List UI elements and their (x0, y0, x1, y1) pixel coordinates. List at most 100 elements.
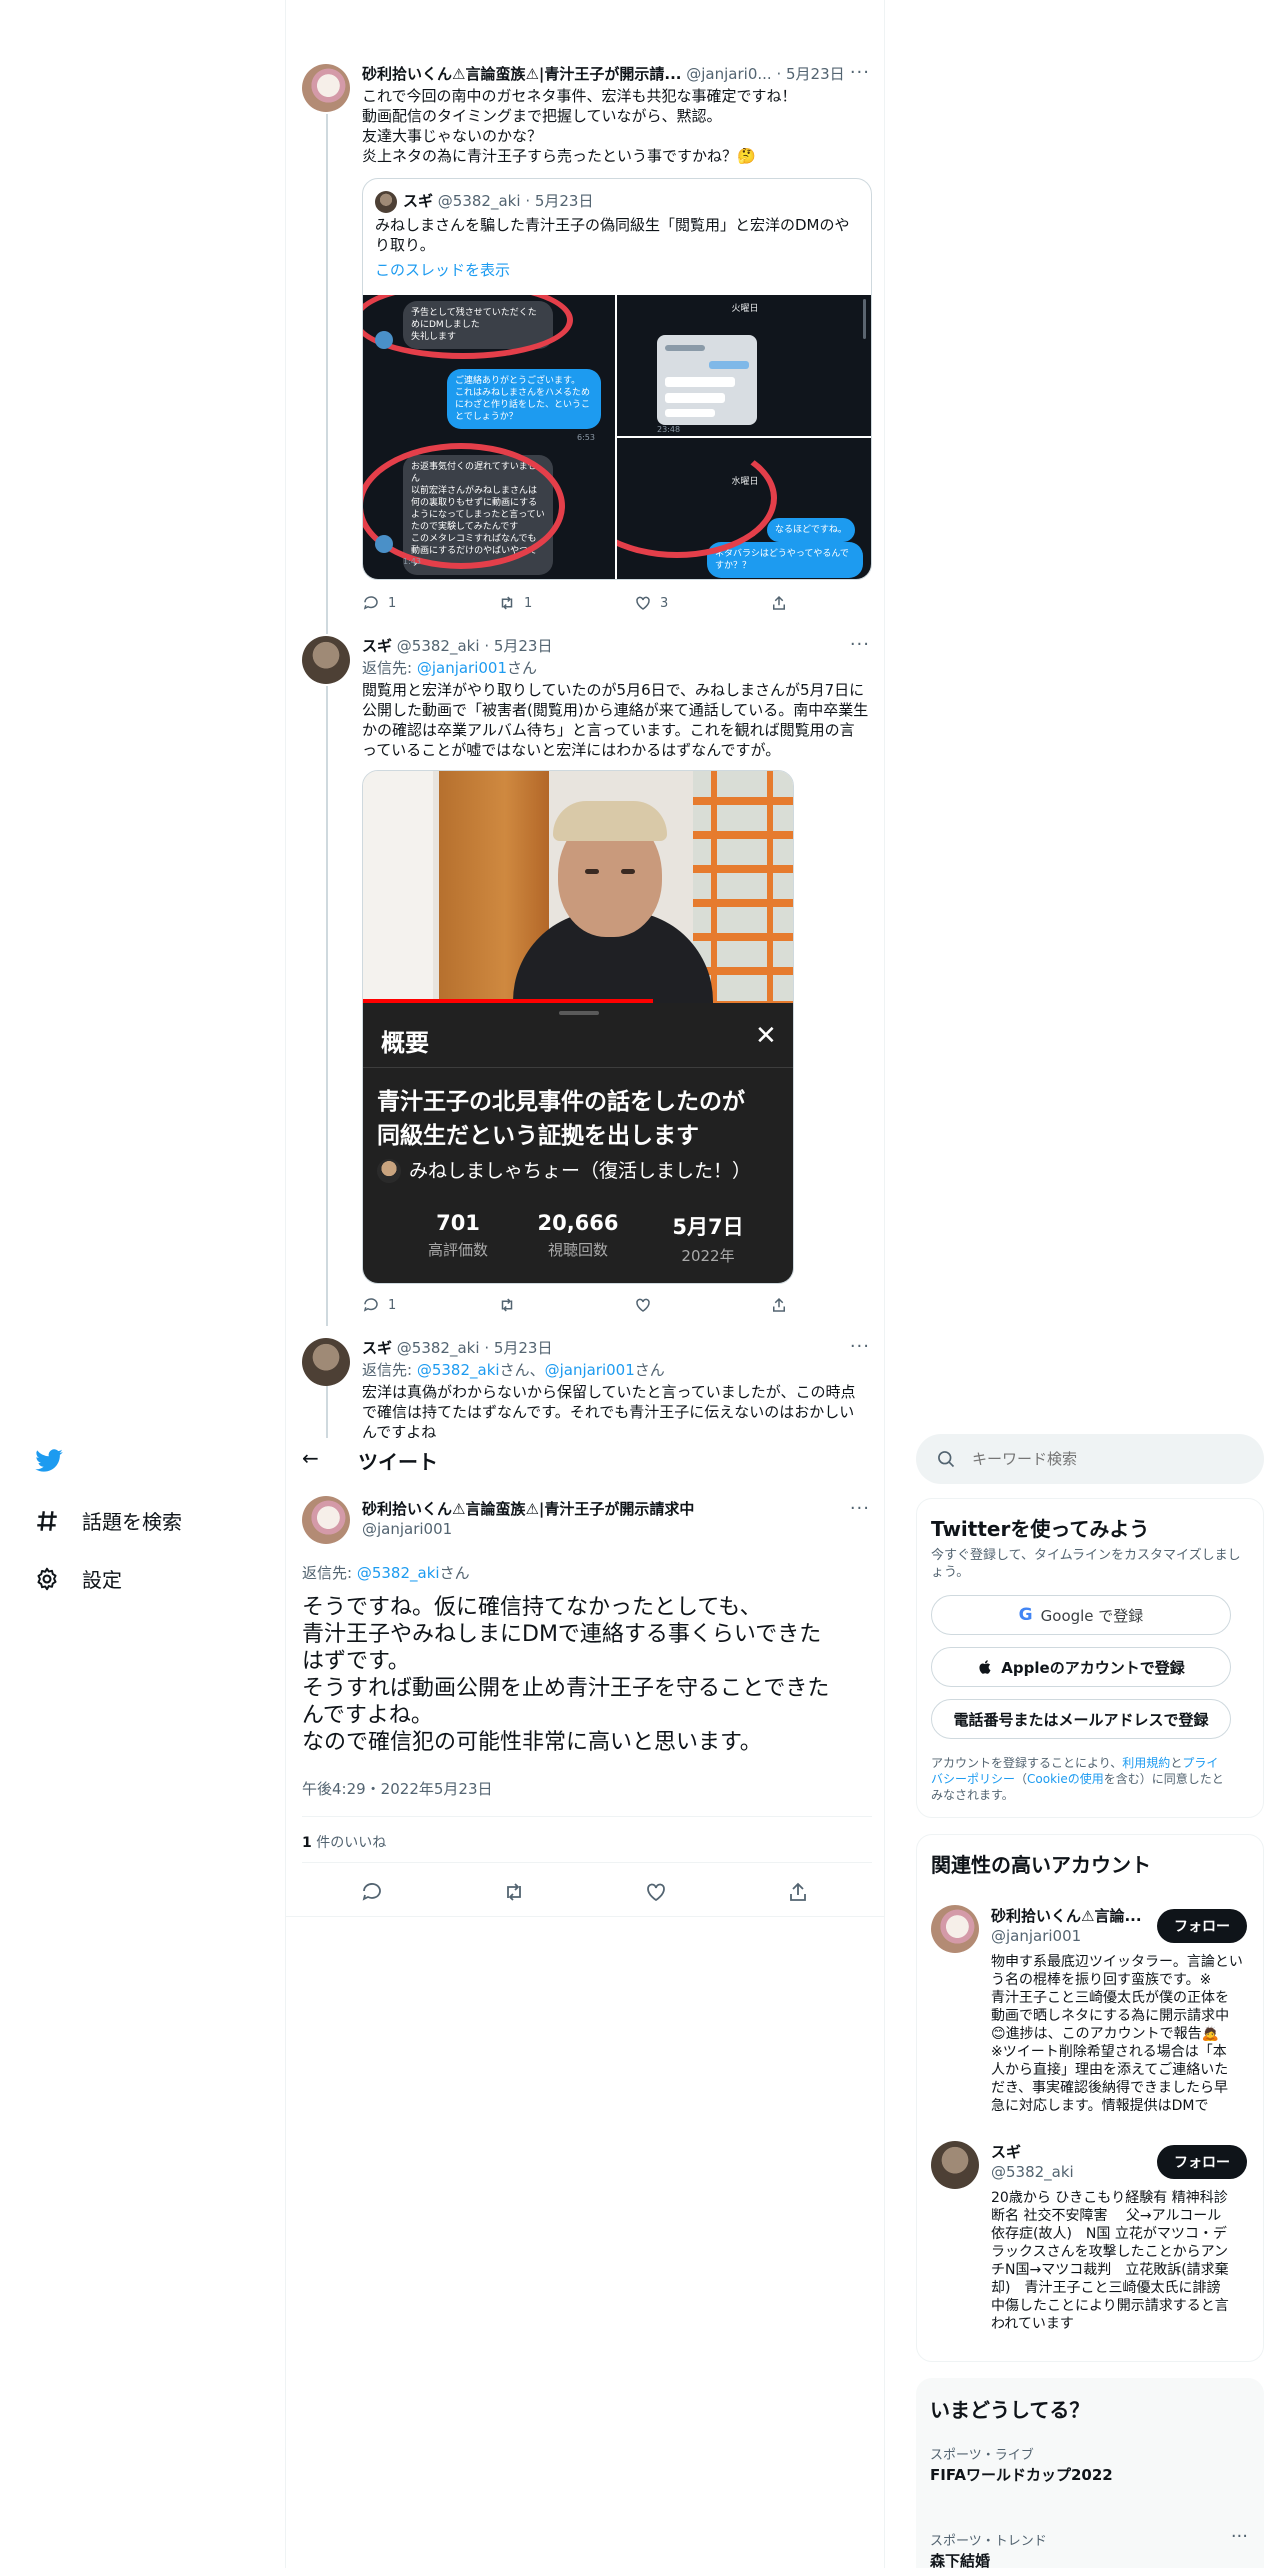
dm-screenshot-bottom-right[interactable]: 水曜日 なるほどですね。 ネタバラシはどうやってやるんですか？？ (617, 438, 871, 579)
video-thumbnail[interactable]: 概要 ✕ 青汁王子の北見事件の話をしたのが 同級生だという証拠を出します みねし… (362, 770, 794, 1284)
retweet-icon[interactable] (502, 1880, 526, 1904)
retweet-button[interactable]: 1 (498, 594, 532, 612)
more-icon[interactable]: ··· (850, 1336, 870, 1357)
reply-to-link[interactable]: @5382_aki (357, 1564, 440, 1582)
retweet-icon (501, 596, 513, 610)
page-title: ツイート (358, 1450, 438, 1474)
privacy-link[interactable]: バシーポリシー (931, 1772, 1015, 1786)
google-signup-button[interactable]: G Google で登録 (931, 1595, 1231, 1635)
nav-explore[interactable]: 話題を検索 (34, 1506, 182, 1535)
chat-avatar (375, 331, 393, 349)
cookie-link[interactable]: Cookieの使用 (1027, 1772, 1104, 1786)
search-box[interactable] (916, 1434, 1264, 1484)
avatar[interactable] (302, 1338, 350, 1386)
twitter-logo-icon[interactable] (34, 1446, 64, 1476)
stat-label: 高評価数 (427, 1241, 488, 1259)
like-button[interactable] (634, 1296, 652, 1314)
dm-screenshot-top-right[interactable]: 火曜日 23:48 (617, 295, 871, 436)
account-name[interactable]: スギ (991, 2141, 1021, 2162)
phone-email-signup-button[interactable]: 電話番号またはメールアドレスで登録 (931, 1699, 1231, 1739)
nav-settings[interactable]: 設定 (34, 1564, 122, 1593)
quote-date: · 5月23日 (525, 192, 594, 210)
author-handle[interactable]: @5382_aki (397, 1339, 480, 1357)
share-icon[interactable] (786, 1880, 810, 1904)
dm-screenshot-left[interactable]: 予告として残させていただくためにDMしました 失礼します ご連絡ありがとうござい… (363, 295, 615, 579)
share-button[interactable] (770, 594, 788, 612)
related-account[interactable]: スギ @5382_aki フォロー 20歳から ひきこもり経験有 精神科診 断名… (917, 2131, 1263, 2351)
reply-to-link[interactable]: @5382_aki (417, 1361, 500, 1379)
terms-link[interactable]: 利用規約 (1122, 1756, 1170, 1770)
close-icon[interactable]: ✕ (755, 1023, 777, 1049)
tweet-line: 公開した動画で「被害者(閲覧用)から連絡が来て通話している。南中卒業生 (362, 701, 869, 719)
stat-value: 20,666 (537, 1211, 619, 1235)
account-bio: 20歳から ひきこもり経験有 精神科診 断名 社交不安障害 父→アルコール 依存… (991, 2189, 1253, 2333)
chat-time: 23:48 (657, 425, 681, 434)
follow-button[interactable]: フォロー (1157, 2145, 1247, 2179)
quoted-tweet[interactable]: スギ @5382_aki · 5月23日 みねしまさんを騙した青汁王子の偽同級生… (362, 178, 872, 580)
tweet-timestamp[interactable]: 午後4:29・2022年5月23日 (302, 1778, 493, 1799)
avatar[interactable] (302, 636, 350, 684)
stat-views: 20,666 視聴回数 (513, 1211, 643, 1260)
avatar[interactable] (931, 2141, 979, 2189)
reply-to-link[interactable]: @janjari001 (417, 659, 507, 677)
thread-line (326, 686, 328, 1326)
reply-button[interactable]: 1 (362, 1296, 396, 1314)
related-account[interactable]: 砂利拾いくん⚠言論... @janjari001 フォロー 物申す系最底辺ツイッ… (917, 1895, 1263, 2115)
terms-text: アカウントを登録することにより、 (931, 1756, 1123, 1770)
like-button[interactable]: 3 (634, 594, 668, 612)
avatar[interactable] (302, 64, 350, 112)
channel-avatar[interactable] (377, 1159, 401, 1183)
tweet-date[interactable]: · 5月23日 (776, 65, 844, 83)
account-handle[interactable]: @5382_aki (991, 2163, 1074, 2181)
red-circle-mark (363, 295, 573, 359)
reply-icon[interactable] (360, 1880, 384, 1904)
author-name[interactable]: スギ (362, 1339, 392, 1357)
reply-button[interactable]: 1 (362, 594, 396, 612)
back-arrow-icon[interactable]: ← (302, 1446, 319, 1470)
apple-signup-button[interactable]: Appleのアカウントで登録 (931, 1647, 1231, 1687)
author-name[interactable]: 砂利拾いくん⚠言論蛮族⚠|青汁王子が開示請求中 (362, 1498, 694, 1519)
reply-to-link[interactable]: @janjari001 (545, 1361, 635, 1379)
tweet-date[interactable]: · 5月23日 (484, 637, 552, 655)
quote-header: スギ @5382_aki · 5月23日 (403, 191, 593, 211)
author-name[interactable]: 砂利拾いくん⚠言論蛮族⚠|青汁王子が開示請... (362, 65, 681, 83)
follow-button[interactable]: フォロー (1157, 1909, 1247, 1943)
avatar[interactable] (302, 1496, 350, 1544)
reply-suffix: さん (439, 1564, 470, 1582)
button-label: 電話番号またはメールアドレスで登録 (953, 1710, 1209, 1729)
author-handle[interactable]: @5382_aki (397, 637, 480, 655)
search-input[interactable] (972, 1446, 1242, 1472)
show-thread-link[interactable]: このスレッドを表示 (375, 259, 510, 280)
author-handle[interactable]: @janjari001 (362, 1520, 452, 1538)
share-button[interactable] (770, 1296, 788, 1314)
author-name[interactable]: スギ (362, 637, 392, 655)
author-handle[interactable]: @janjari0... (686, 65, 771, 83)
trend-item[interactable]: スポーツ・ライブ FIFAワールドカップ2022 (916, 2434, 1262, 2494)
account-handle[interactable]: @janjari001 (991, 1927, 1081, 1945)
video-title-line: 同級生だという証拠を出します (377, 1123, 699, 1149)
reply-suffix: さん (507, 659, 538, 677)
nav-label: 話題を検索 (82, 1510, 182, 1534)
tweet-line: っていることが嘘ではないと宏洋にはわかるはずなんですが。 (362, 741, 781, 759)
bio-line: われています (991, 2316, 1074, 2332)
avatar[interactable] (931, 1905, 979, 1953)
more-icon[interactable]: ··· (850, 62, 870, 83)
trend-item[interactable]: スポーツ・トレンド 森下結婚 ··· (916, 2522, 1262, 2568)
retweet-button[interactable] (498, 1296, 516, 1314)
gear-icon (37, 1567, 57, 1590)
tweet-line: んですよね。 (302, 1703, 433, 1728)
more-icon[interactable]: ··· (850, 1498, 870, 1519)
privacy-link[interactable]: プライ (1182, 1756, 1218, 1770)
account-name[interactable]: 砂利拾いくん⚠言論... (991, 1905, 1142, 1926)
channel-name[interactable]: みねしましゃちょー（復活しました！） (409, 1159, 751, 1183)
chat-bubble: ご連絡ありがとうございます。 これはみねしまさんをハメるためにわざと作り話をした… (447, 369, 601, 429)
tweet-line: そうですね。仮に確信持てなかったとしても、 (302, 1595, 762, 1620)
reply-prefix: 返信先: (302, 1564, 357, 1582)
drag-handle[interactable] (559, 1011, 599, 1015)
likes-summary[interactable]: 1 件のいいね (302, 1832, 386, 1852)
more-icon[interactable]: ··· (850, 634, 870, 655)
likes-count: 1 (302, 1835, 312, 1851)
heart-icon[interactable] (644, 1880, 668, 1904)
more-icon[interactable]: ··· (1231, 2526, 1248, 2547)
tweet-date[interactable]: · 5月23日 (484, 1339, 552, 1357)
